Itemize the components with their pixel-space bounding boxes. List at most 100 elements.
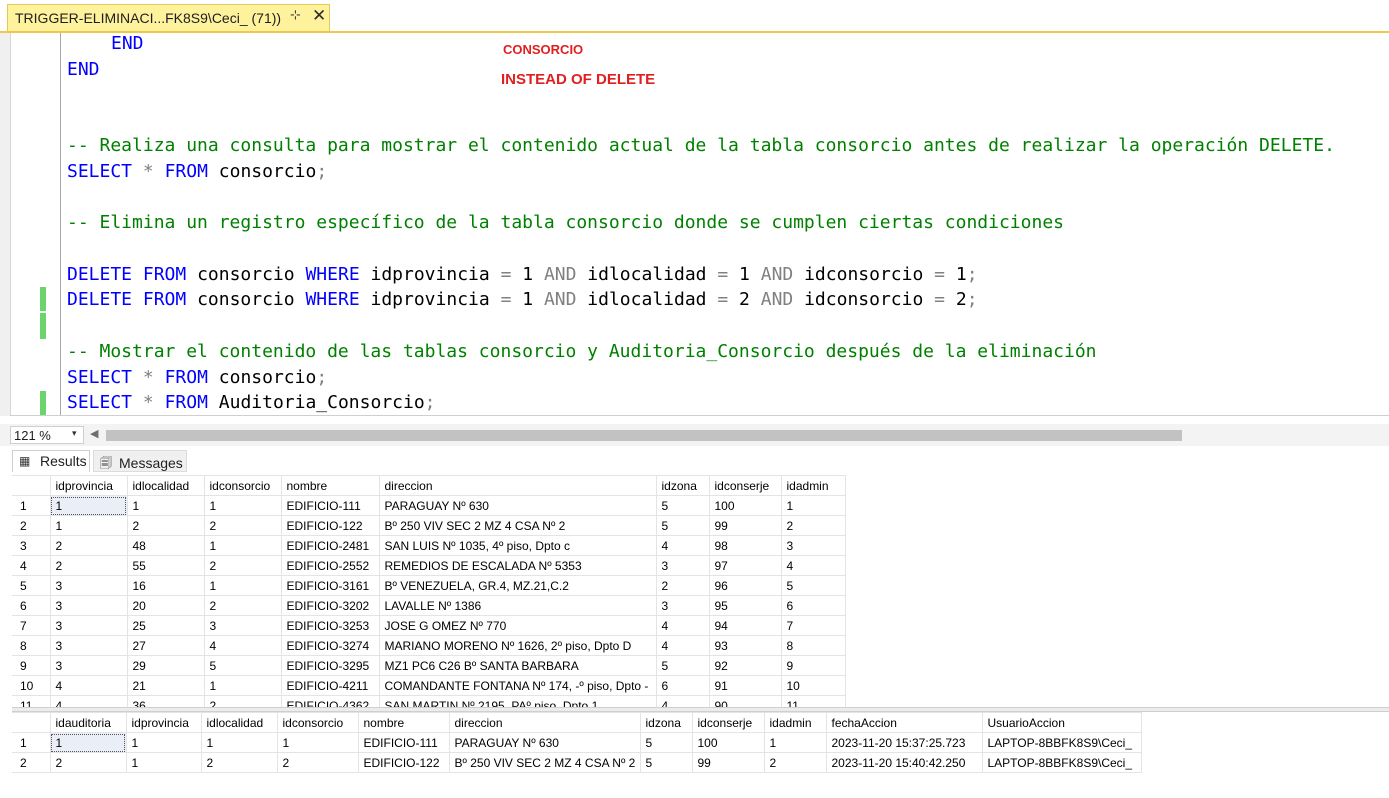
table-cell[interactable]: EDIFICIO-2481 xyxy=(280,535,380,556)
table-cell[interactable]: 2 xyxy=(49,555,128,576)
table-cell[interactable]: 100 xyxy=(708,495,782,516)
table-cell[interactable]: 2 xyxy=(200,752,278,773)
table-cell[interactable]: 3 xyxy=(655,555,710,576)
pin-icon[interactable]: ⊹ xyxy=(290,8,301,23)
row-number[interactable]: 8 xyxy=(12,635,51,656)
table-cell[interactable]: REMEDIOS DE ESCALADA Nº 5353 xyxy=(378,555,657,576)
table-cell[interactable]: EDIFICIO-3161 xyxy=(280,575,380,596)
column-header[interactable]: fechaAccion xyxy=(825,712,983,733)
table-row[interactable]: 11 4 36 2 EDIFICIO-4362 SAN MARTIN Nº 2195, P… xyxy=(12,695,846,707)
table-cell[interactable]: EDIFICIO-4211 xyxy=(280,675,380,696)
row-number[interactable]: 5 xyxy=(12,575,51,596)
column-header[interactable]: idauditoria xyxy=(49,712,127,733)
chevron-down-icon[interactable]: ▾ xyxy=(72,428,77,439)
table-cell[interactable]: 5 xyxy=(639,732,693,753)
table-cell[interactable]: EDIFICIO-3295 xyxy=(280,655,380,676)
table-cell[interactable]: 2023-11-20 15:37:25.723 xyxy=(825,732,983,753)
table-cell[interactable]: 6 xyxy=(780,595,846,616)
table-cell[interactable]: 4 xyxy=(655,695,710,707)
table-cell[interactable]: 1 xyxy=(763,732,827,753)
column-header[interactable]: idconserje xyxy=(708,475,782,496)
column-header[interactable]: idprovincia xyxy=(49,475,128,496)
table-cell[interactable]: PARAGUAY Nº 630 xyxy=(378,495,657,516)
table-cell[interactable]: 2 xyxy=(203,595,282,616)
table-cell[interactable]: EDIFICIO-111 xyxy=(357,732,450,753)
column-header[interactable]: idzona xyxy=(655,475,710,496)
table-cell[interactable]: 7 xyxy=(780,615,846,636)
column-header[interactable]: UsuarioAccion xyxy=(981,712,1142,733)
table-row[interactable]: 8 3 27 4 EDIFICIO-3274 MARIANO MORENO Nº 1626… xyxy=(12,635,846,656)
table-cell[interactable]: 1 xyxy=(126,495,205,516)
table-cell[interactable]: 1 xyxy=(203,575,282,596)
column-header[interactable]: nombre xyxy=(357,712,450,733)
table-cell[interactable]: 6 xyxy=(655,675,710,696)
table-cell[interactable]: 21 xyxy=(126,675,205,696)
table-cell[interactable]: 1 xyxy=(203,675,282,696)
table-cell[interactable]: 8 xyxy=(780,635,846,656)
column-header[interactable]: nombre xyxy=(280,475,380,496)
table-cell[interactable]: 48 xyxy=(126,535,205,556)
table-cell[interactable]: SAN LUIS Nº 1035, 4º piso, Dpto c xyxy=(378,535,657,556)
table-cell[interactable]: EDIFICIO-3253 xyxy=(280,615,380,636)
table-cell[interactable]: EDIFICIO-3274 xyxy=(280,635,380,656)
table-cell[interactable]: 98 xyxy=(708,535,782,556)
table-row[interactable]: 10 4 21 1 EDIFICIO-4211 COMANDANTE FONTANA Nº… xyxy=(12,675,846,696)
results-grid-auditoria[interactable]: idauditoria idprovincia idlocalidad idconso… xyxy=(12,712,1142,773)
table-cell[interactable]: 92 xyxy=(708,655,782,676)
table-cell[interactable]: JOSE G OMEZ Nº 770 xyxy=(378,615,657,636)
column-header[interactable]: idlocalidad xyxy=(200,712,278,733)
table-cell[interactable]: 95 xyxy=(708,595,782,616)
table-cell[interactable]: 29 xyxy=(126,655,205,676)
table-cell[interactable]: 5 xyxy=(203,655,282,676)
table-cell[interactable]: 93 xyxy=(708,635,782,656)
table-cell[interactable]: 9 xyxy=(780,655,846,676)
row-number[interactable]: 1 xyxy=(12,732,51,753)
table-cell[interactable]: Bº 250 VIV SEC 2 MZ 4 CSA Nº 2 xyxy=(378,515,657,536)
column-header[interactable]: idconsorcio xyxy=(203,475,282,496)
zoom-select[interactable]: 121 % ▾ xyxy=(10,426,84,444)
table-cell[interactable]: 3 xyxy=(49,595,128,616)
table-cell[interactable]: LAVALLE Nº 1386 xyxy=(378,595,657,616)
row-number[interactable]: 4 xyxy=(12,555,51,576)
column-header[interactable]: idprovincia xyxy=(125,712,202,733)
column-header[interactable]: idconsorcio xyxy=(276,712,359,733)
table-row[interactable]: 1 1 1 1 EDIFICIO-111 PARAGUAY Nº 630 5 100 1 xyxy=(12,495,846,516)
table-row[interactable]: 7 3 25 3 EDIFICIO-3253 JOSE G OMEZ Nº 770 4 94 7 xyxy=(12,615,846,636)
table-cell[interactable]: 1 xyxy=(49,515,128,536)
table-cell[interactable]: 4 xyxy=(49,695,128,707)
table-cell[interactable]: 1 xyxy=(203,535,282,556)
table-cell[interactable]: EDIFICIO-3202 xyxy=(280,595,380,616)
table-cell[interactable]: 4 xyxy=(780,555,846,576)
table-cell[interactable]: 2 xyxy=(203,555,282,576)
table-cell[interactable]: 2 xyxy=(203,695,282,707)
table-cell[interactable]: 3 xyxy=(49,575,128,596)
table-cell[interactable]: 3 xyxy=(655,595,710,616)
table-cell[interactable]: 3 xyxy=(49,615,128,636)
table-cell[interactable]: EDIFICIO-122 xyxy=(357,752,450,773)
table-cell[interactable]: 91 xyxy=(708,675,782,696)
table-cell[interactable]: 2 xyxy=(203,515,282,536)
table-cell[interactable]: 4 xyxy=(655,535,710,556)
table-row[interactable]: 9 3 29 5 EDIFICIO-3295 MZ1 PC6 C26 Bº SANTA B… xyxy=(12,655,846,676)
table-cell[interactable]: 25 xyxy=(126,615,205,636)
query-editor[interactable]: END END CONSORCIO INSTEAD OF DELETE -- R… xyxy=(0,33,1389,416)
table-cell[interactable]: 4 xyxy=(49,675,128,696)
table-cell[interactable]: 4 xyxy=(203,635,282,656)
table-cell[interactable]: 2 xyxy=(276,752,359,773)
table-cell[interactable]: 100 xyxy=(691,732,765,753)
row-number[interactable]: 9 xyxy=(12,655,51,676)
table-cell[interactable]: 3 xyxy=(203,615,282,636)
table-row[interactable]: 3 2 48 1 EDIFICIO-2481 SAN LUIS Nº 1035, 4º p… xyxy=(12,535,846,556)
column-header[interactable]: idlocalidad xyxy=(126,475,205,496)
table-cell[interactable]: 3 xyxy=(49,635,128,656)
table-cell[interactable]: MZ1 PC6 C26 Bº SANTA BARBARA xyxy=(378,655,657,676)
table-cell[interactable]: 2 xyxy=(49,752,127,773)
results-grid-consorcio[interactable]: idprovincia idlocalidad idconsorcio nombre d… xyxy=(12,475,846,707)
table-cell[interactable]: 5 xyxy=(780,575,846,596)
table-cell[interactable]: 10 xyxy=(780,675,846,696)
tab-results[interactable]: ▦ Results xyxy=(12,450,90,472)
table-cell[interactable]: 4 xyxy=(655,615,710,636)
table-cell[interactable]: Bº 250 VIV SEC 2 MZ 4 CSA Nº 2 xyxy=(448,752,641,773)
table-cell[interactable]: 1 xyxy=(200,732,278,753)
close-icon[interactable]: ✕ xyxy=(312,6,326,26)
